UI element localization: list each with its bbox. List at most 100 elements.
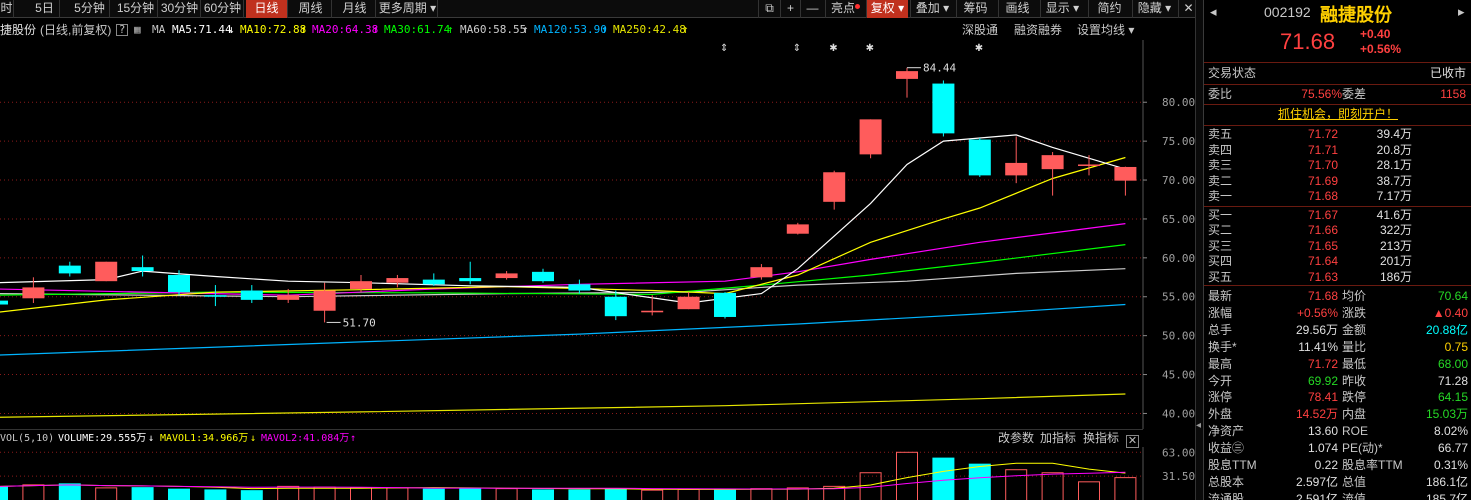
arrow-down-icon: ↓ [228, 23, 235, 36]
prev-stock-icon[interactable]: ◂ [1210, 4, 1217, 20]
period-tab-weekly[interactable]: 周线 [290, 0, 332, 18]
candle-body-down [714, 292, 736, 317]
arrow-down-icon: ↓ [148, 433, 155, 444]
volume-bar-up [750, 488, 773, 500]
display-label: 显示 [1045, 1, 1070, 15]
period-tab-60min[interactable]: 60分钟 [202, 0, 244, 18]
restore-rights-button[interactable]: 复权 ▾ [866, 0, 908, 18]
bid-row[interactable]: 买五 71.63 186万 [1204, 270, 1471, 285]
period-tab-30min[interactable]: 30分钟 [159, 0, 201, 18]
chips-button[interactable]: 筹码 [956, 0, 994, 18]
bid-price: 71.65 [1307, 238, 1338, 253]
highlight-button[interactable]: 亮点 [825, 0, 865, 18]
period-tab-15min[interactable]: 15分钟 [114, 0, 158, 18]
bid-price: 71.63 [1307, 269, 1338, 284]
ma250-value: MA250:42.48 [613, 23, 686, 36]
arrow-up-icon: ↑ [522, 23, 529, 36]
stat-label: 今开 [1208, 373, 1233, 388]
candle-body-up [823, 172, 846, 202]
bid-row[interactable]: 买一 71.67 41.6万 [1204, 208, 1471, 223]
period-tab-more[interactable]: 更多周期 ▾ [378, 0, 438, 18]
trade-status-label: 交易状态 [1208, 66, 1257, 80]
ask-volume: 7.17万 [1376, 189, 1412, 203]
stat-label: 换手* [1208, 339, 1237, 354]
arrow-up-icon: ↑ [372, 23, 379, 36]
ask-volume: 38.7万 [1376, 173, 1412, 188]
panel-splitter[interactable]: ◂ [1195, 0, 1203, 500]
ask-row[interactable]: 卖五 71.72 39.4万 [1204, 127, 1471, 142]
stat-value: 0.31% [1433, 458, 1468, 472]
simple-mode-button[interactable]: 简约 [1088, 0, 1130, 18]
bid-level-label: 买二 [1208, 223, 1233, 237]
vol-label: VOL(5,10) [0, 433, 55, 444]
change-params-link[interactable]: 改参数 [998, 429, 1034, 447]
ask-row[interactable]: 卖四 71.71 20.8万 [1204, 143, 1471, 158]
ma30-value: MA30:61.74 [384, 23, 451, 36]
ask-row[interactable]: 卖三 71.70 28.1万 [1204, 158, 1471, 173]
next-stock-icon[interactable]: ▸ [1458, 4, 1465, 20]
add-indicator-link[interactable]: 加指标 [1040, 429, 1076, 447]
arrow-down-icon: ↓ [250, 433, 257, 444]
stat-label: 收益㊂ [1208, 441, 1245, 456]
ask-row[interactable]: 卖一 71.68 7.17万 [1204, 189, 1471, 204]
grid-icon[interactable]: ▦ [134, 20, 141, 40]
chevron-down-icon: ▾ [943, 1, 950, 15]
bid-row[interactable]: 买四 71.64 201万 [1204, 254, 1471, 269]
volume-bar-down [532, 489, 554, 500]
stat-label: ROE [1342, 424, 1369, 439]
stat-label: 流通股 [1208, 491, 1245, 500]
stat-label: 最高 [1208, 356, 1233, 371]
price-change-pct: +0.56% [1360, 42, 1402, 56]
highlight-label: 亮点 [830, 1, 855, 15]
zoom-out-icon[interactable]: — [800, 0, 824, 18]
ma-settings-link[interactable]: 设置均线 ▾ [1077, 20, 1134, 40]
bid-price: 71.66 [1307, 223, 1338, 237]
restore-window-icon[interactable]: ⧉ [758, 0, 780, 18]
ma-settings-label: 设置均线 [1077, 23, 1126, 37]
stat-value: 29.56万 [1295, 322, 1338, 337]
draw-line-button[interactable]: 画线 [998, 0, 1036, 18]
y-tick-label: 65.00 [1162, 213, 1195, 226]
volume-bar-down [932, 457, 955, 500]
hide-button[interactable]: 隐藏 ▾ [1132, 0, 1176, 18]
stat-label: 外盘 [1208, 407, 1233, 422]
candlestick-chart[interactable]: 80.00 75.00 70.00 65.00 60.00 55.00 50.00 45.00… [0, 40, 1195, 429]
candle-body-down [604, 296, 627, 317]
stat-row: 外盘 14.52万 内盘 15.03万 [1204, 406, 1471, 423]
stat-label: 金额 [1342, 322, 1367, 337]
stat-value: 20.88亿 [1425, 322, 1468, 337]
zoom-in-icon[interactable]: + [780, 0, 800, 18]
sz-connect-link[interactable]: 深股通 [962, 20, 998, 40]
period-tab-5day[interactable]: 5日 [30, 0, 60, 18]
ask-price: 71.69 [1307, 173, 1338, 188]
chevron-down-icon: ▾ [898, 1, 905, 15]
volume-bar-up [677, 488, 700, 500]
overlay-button[interactable]: 叠加 ▾ [910, 0, 954, 18]
collapse-arrow-icon[interactable]: ◂ [1196, 420, 1201, 431]
last-price: 71.68 [1280, 29, 1336, 54]
bid-row[interactable]: 买二 71.66 322万 [1204, 223, 1471, 238]
ma-label: MA [152, 23, 166, 36]
period-tab-daily[interactable]: 日线 [246, 0, 288, 18]
volume-bar-up [350, 487, 372, 500]
candle-body-down [204, 295, 227, 297]
open-account-link[interactable]: 抓住机会，即刻开户！ [1204, 106, 1471, 123]
switch-indicator-link[interactable]: 换指标 [1083, 429, 1119, 447]
period-tab-intraday[interactable]: 时 [0, 0, 14, 18]
volume-chart[interactable]: 63.00 31.50 [0, 447, 1195, 500]
stock-name-label: 捷股份 [0, 23, 37, 37]
bid-ratio-row: 委比 75.56% 委差 1158 [1204, 86, 1471, 103]
ask-row[interactable]: 卖二 71.69 38.7万 [1204, 174, 1471, 189]
bid-row[interactable]: 买三 71.65 213万 [1204, 239, 1471, 254]
restore-rights-label: 复权 [870, 1, 895, 15]
candle-body-up [677, 296, 700, 310]
chevron-down-icon: ▾ [1165, 1, 1172, 15]
stat-row: 最新 71.68 均价 70.64 [1204, 288, 1471, 305]
margin-trading-link[interactable]: 融资融券 [1014, 20, 1062, 40]
stat-label: 涨跌 [1342, 305, 1367, 320]
period-tab-monthly[interactable]: 月线 [334, 0, 376, 18]
period-tab-5min[interactable]: 5分钟 [70, 0, 110, 18]
volume-bar-down [604, 488, 627, 500]
display-button[interactable]: 显示 ▾ [1040, 0, 1084, 18]
stat-row: 收益㊂ 1.074 PE(动)* 66.77 [1204, 440, 1471, 457]
